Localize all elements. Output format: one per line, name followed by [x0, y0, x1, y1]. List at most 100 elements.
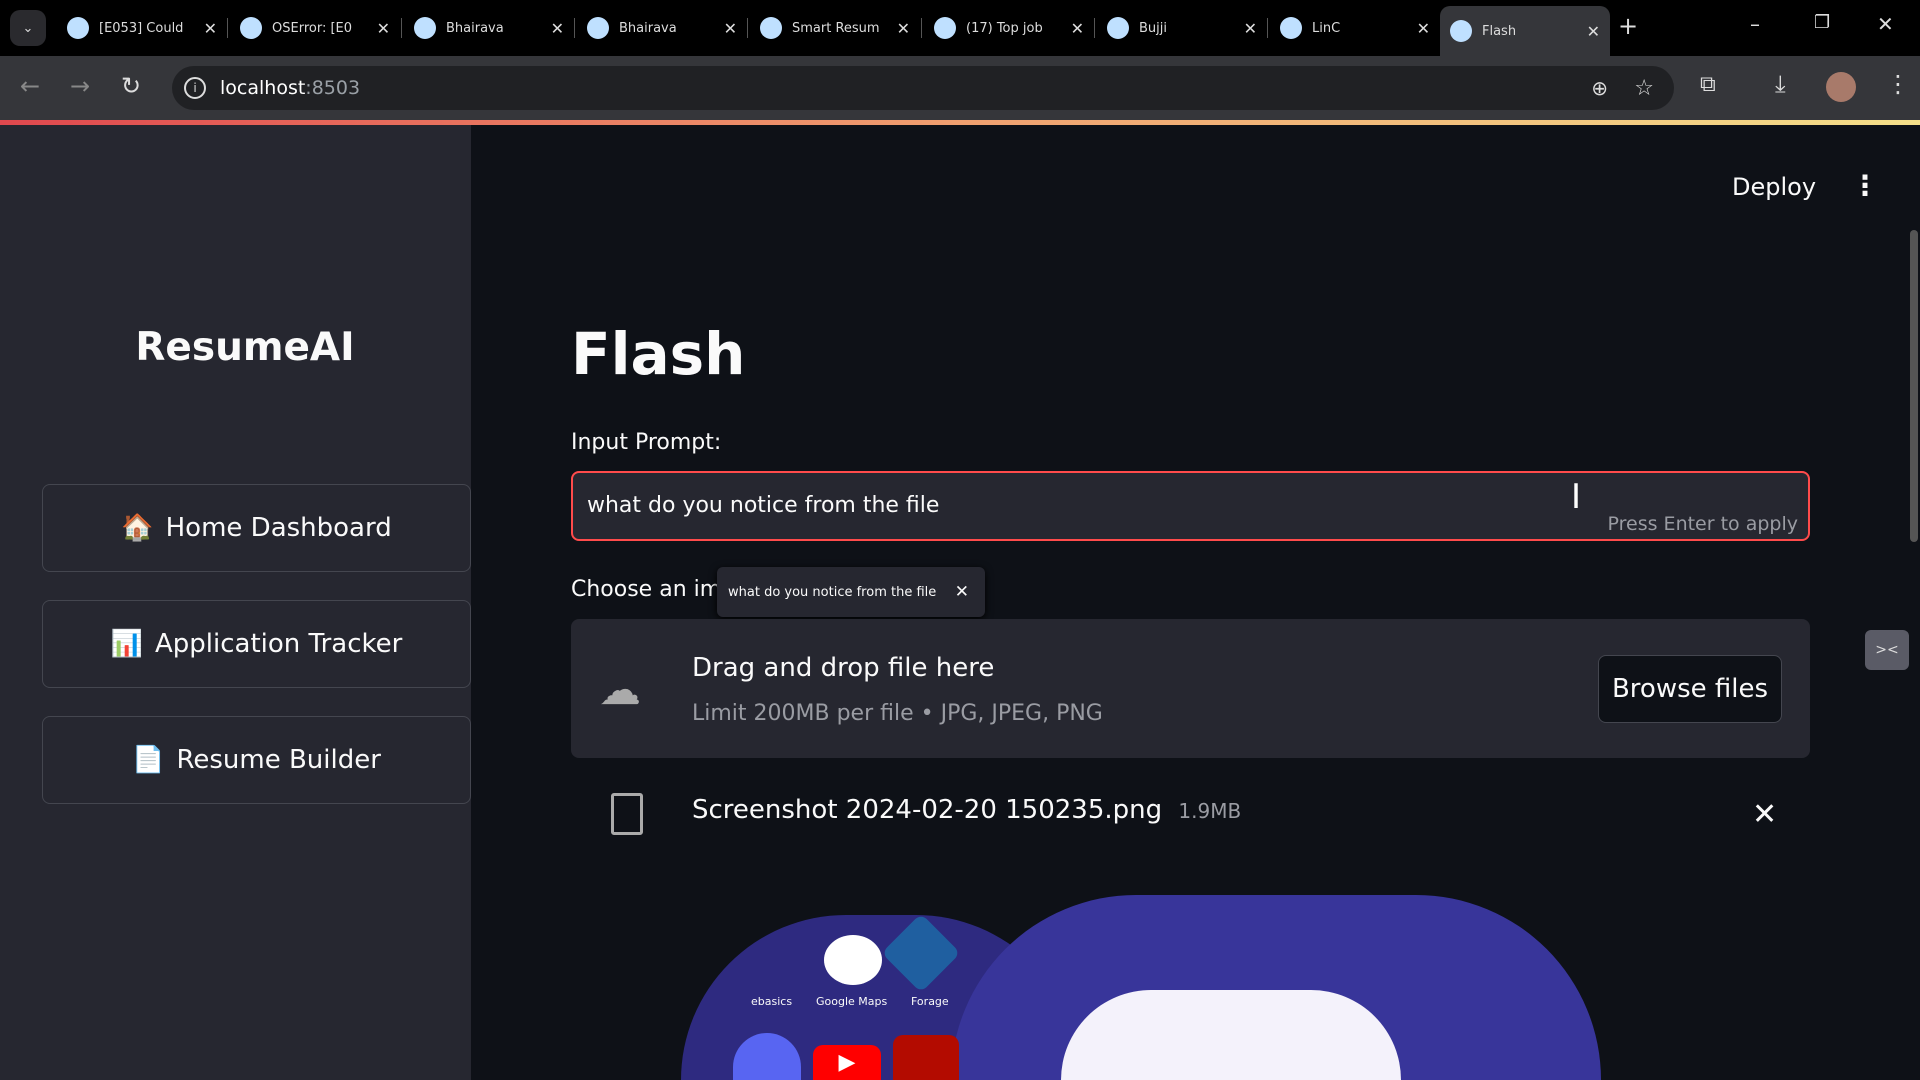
close-window-button[interactable]: ✕ — [1877, 12, 1894, 36]
main-menu-icon[interactable]: ⋮ — [1851, 169, 1879, 202]
github-icon — [67, 17, 89, 39]
prompt-value: what do you notice from the file — [587, 493, 940, 518]
close-tab-icon[interactable]: ✕ — [897, 19, 910, 38]
expand-panel-button[interactable]: >< — [1865, 630, 1909, 670]
moon-image — [1061, 990, 1401, 1080]
tab-title: Bhairava — [446, 20, 504, 36]
prompt-hint: Press Enter to apply — [1607, 513, 1798, 535]
zoom-icon[interactable]: ⊕ — [1591, 76, 1608, 100]
tab-separator — [747, 18, 748, 38]
remove-file-button[interactable]: ✕ — [1752, 797, 1777, 832]
tab-separator — [574, 18, 575, 38]
site-info-icon[interactable]: i — [184, 77, 206, 99]
url-host: localhost — [220, 77, 306, 99]
nav-application-tracker[interactable]: 📊 Application Tracker — [42, 600, 471, 688]
browser-tab[interactable]: Flash ✕ — [1440, 6, 1610, 56]
prompt-label: Input Prompt: — [571, 430, 722, 455]
close-tab-icon[interactable]: ✕ — [1244, 19, 1257, 38]
nav-label: Application Tracker — [155, 629, 403, 659]
page-title: Flash — [571, 320, 746, 388]
tab-title: LinC — [1312, 20, 1341, 36]
nav-label: Home Dashboard — [165, 513, 392, 543]
chat-icon — [1107, 17, 1129, 39]
tab-title: (17) Top job — [966, 20, 1043, 36]
desktop-label: ebasics — [751, 995, 793, 1008]
tab-separator — [401, 18, 402, 38]
browser-tab[interactable]: OSError: [E0 ✕ — [230, 8, 400, 48]
tab-title: [E053] Could — [99, 20, 184, 36]
sidebar: ResumeAI 🏠 Home Dashboard 📊 Application Tr… — [0, 125, 471, 1080]
close-tab-icon[interactable]: ✕ — [377, 19, 390, 38]
back-icon[interactable]: ← — [20, 72, 40, 100]
tab-search-button[interactable]: ⌄ — [10, 10, 46, 46]
prompt-input[interactable]: what do you notice from the file Press E… — [571, 471, 1810, 541]
file-size: 1.9MB — [1178, 799, 1242, 823]
address-bar[interactable]: i localhost:8503 ⊕ ☆ — [172, 66, 1674, 110]
app-title: ResumeAI — [135, 325, 355, 370]
file-name: Screenshot 2024-02-20 150235.png — [692, 795, 1163, 825]
tab-separator — [227, 18, 228, 38]
browser-tab[interactable]: Bhairava ✕ — [404, 8, 574, 48]
bookmark-star-icon[interactable]: ☆ — [1634, 76, 1654, 101]
youtube-icon: ▶ — [813, 1045, 881, 1080]
nav-label: Resume Builder — [176, 745, 381, 775]
restore-button[interactable]: ❐ — [1814, 12, 1830, 33]
download-icon[interactable]: ⤓ — [1775, 70, 1786, 98]
document-icon: 📄 — [132, 745, 165, 775]
browser-tab[interactable]: Bujji ✕ — [1097, 8, 1267, 48]
forward-icon[interactable]: → — [70, 72, 90, 100]
close-icon[interactable]: ✕ — [955, 582, 969, 602]
close-tab-icon[interactable]: ✕ — [551, 19, 564, 38]
acrobat-icon — [893, 1035, 959, 1080]
browser-tab[interactable]: Smart Resum ✕ — [750, 8, 920, 48]
linc-icon — [760, 17, 782, 39]
chat-icon — [587, 17, 609, 39]
browser-menu-icon[interactable]: ⋮ — [1886, 70, 1910, 98]
upload-label: Choose an im — [571, 577, 722, 602]
browser-tab[interactable]: (17) Top job ✕ — [924, 8, 1094, 48]
desktop-label: Forage — [911, 995, 949, 1008]
tab-title: Smart Resum — [792, 20, 880, 36]
browser-tab[interactable]: [E053] Could ✕ — [57, 8, 227, 48]
text-cursor-icon: I — [1571, 477, 1582, 517]
close-tab-icon[interactable]: ✕ — [204, 19, 217, 38]
scrollbar[interactable] — [1910, 230, 1918, 542]
profile-avatar[interactable] — [1826, 72, 1856, 102]
tab-separator — [1094, 18, 1095, 38]
nav-home-dashboard[interactable]: 🏠 Home Dashboard — [42, 484, 471, 572]
google-maps-icon — [824, 935, 882, 985]
close-tab-icon[interactable]: ✕ — [724, 19, 737, 38]
browser-tab[interactable]: Bhairava ✕ — [577, 8, 747, 48]
close-tab-icon[interactable]: ✕ — [1587, 22, 1600, 41]
new-tab-button[interactable]: + — [1618, 12, 1638, 40]
tab-separator — [1267, 18, 1268, 38]
chat-icon — [1450, 20, 1472, 42]
close-tab-icon[interactable]: ✕ — [1417, 19, 1430, 38]
uploaded-file: Screenshot 2024-02-20 150235.png 1.9MB — [692, 795, 1241, 825]
github-icon — [240, 17, 262, 39]
close-tab-icon[interactable]: ✕ — [1071, 19, 1084, 38]
tab-title: Flash — [1482, 23, 1517, 39]
cloud-upload-icon: ☁ — [599, 665, 641, 714]
desktop-label: Google Maps — [816, 995, 888, 1008]
linkedin-icon — [934, 17, 956, 39]
main-content: Deploy ⋮ Flash Input Prompt: what do you… — [471, 125, 1920, 1080]
browser-tab[interactable]: LinC ✕ — [1270, 8, 1440, 48]
url-port: :8503 — [305, 77, 361, 99]
house-icon: 🏠 — [121, 513, 154, 543]
minimize-button[interactable]: – — [1750, 12, 1760, 36]
drop-limit: Limit 200MB per file • JPG, JPEG, PNG — [692, 701, 1103, 726]
reload-icon[interactable]: ↻ — [121, 72, 141, 100]
tooltip: what do you notice from the file ✕ — [717, 567, 985, 617]
browse-files-button[interactable]: Browse files — [1598, 655, 1782, 723]
chat-icon — [414, 17, 436, 39]
browser-toolbar: ← → ↻ i localhost:8503 ⊕ ☆ ⧉ ⤓ ⋮ — [0, 56, 1920, 120]
file-dropzone[interactable]: ☁ Drag and drop file here Limit 200MB pe… — [571, 619, 1810, 758]
tooltip-text: what do you notice from the file — [728, 584, 937, 600]
tab-title: Bujji — [1139, 20, 1167, 36]
nav-resume-builder[interactable]: 📄 Resume Builder — [42, 716, 471, 804]
browser-tab-bar: ⌄ [E053] Could ✕ OSError: [E0 ✕ Bhairava ✕ Bha… — [0, 0, 1920, 56]
extensions-icon[interactable]: ⧉ — [1700, 72, 1716, 97]
image-preview: ebasics Google Maps Forage ▶ — [601, 885, 1601, 1080]
deploy-button[interactable]: Deploy — [1732, 173, 1816, 201]
